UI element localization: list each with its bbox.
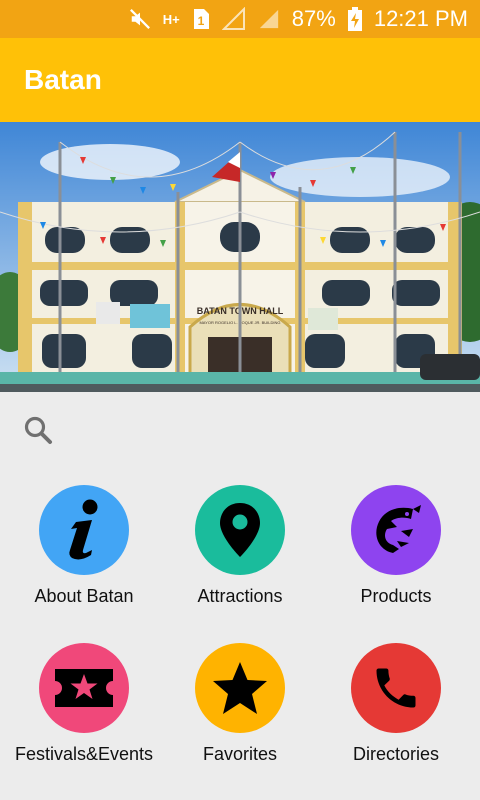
shrimp-icon: [351, 485, 441, 575]
ticket-star-icon: [39, 643, 129, 733]
menu-item-label: About Batan: [34, 586, 134, 606]
menu-item-label: Favorites: [202, 744, 278, 764]
sim-icon: 1: [192, 7, 210, 31]
menu-item-label: Festivals&Events: [14, 744, 154, 764]
network-type-icon: H+: [162, 11, 180, 27]
menu-item-label: Directories: [352, 744, 440, 764]
menu-item-favorites[interactable]: Favorites: [162, 630, 318, 786]
mute-icon: [129, 7, 151, 31]
phone-icon: [351, 643, 441, 733]
signal-icon: [221, 7, 246, 31]
menu-item-directories[interactable]: Directories: [318, 630, 474, 786]
info-icon: [39, 485, 129, 575]
menu-item-products[interactable]: Products: [318, 472, 474, 628]
battery-percent: 87%: [291, 6, 336, 31]
map-pin-icon: [195, 485, 285, 575]
app-bar: Batan: [0, 38, 480, 122]
search-bar: [0, 392, 480, 470]
menu-grid: About Batan Attractions Products Festiva…: [0, 472, 480, 800]
menu-item-about-batan[interactable]: About Batan: [6, 472, 162, 628]
menu-item-festivals-events[interactable]: Festivals&Events: [6, 630, 162, 786]
battery-charging-icon: [347, 7, 362, 31]
menu-item-attractions[interactable]: Attractions: [162, 472, 318, 628]
menu-item-label: Attractions: [197, 586, 283, 606]
clock: 12:21 PM: [373, 6, 468, 31]
status-bar: H+ 1 87% 12:21 PM: [0, 0, 480, 38]
sim-label: 1: [197, 14, 204, 28]
app-title: Batan: [24, 64, 102, 95]
star-icon: [195, 643, 285, 733]
search-icon[interactable]: [22, 414, 56, 448]
town-hall-photo: BATAN TOWN HALL MAYOR ROGELIO L. ROQUE J…: [0, 122, 480, 392]
menu-item-label: Products: [360, 586, 432, 606]
signal-icon-2: [258, 7, 280, 31]
